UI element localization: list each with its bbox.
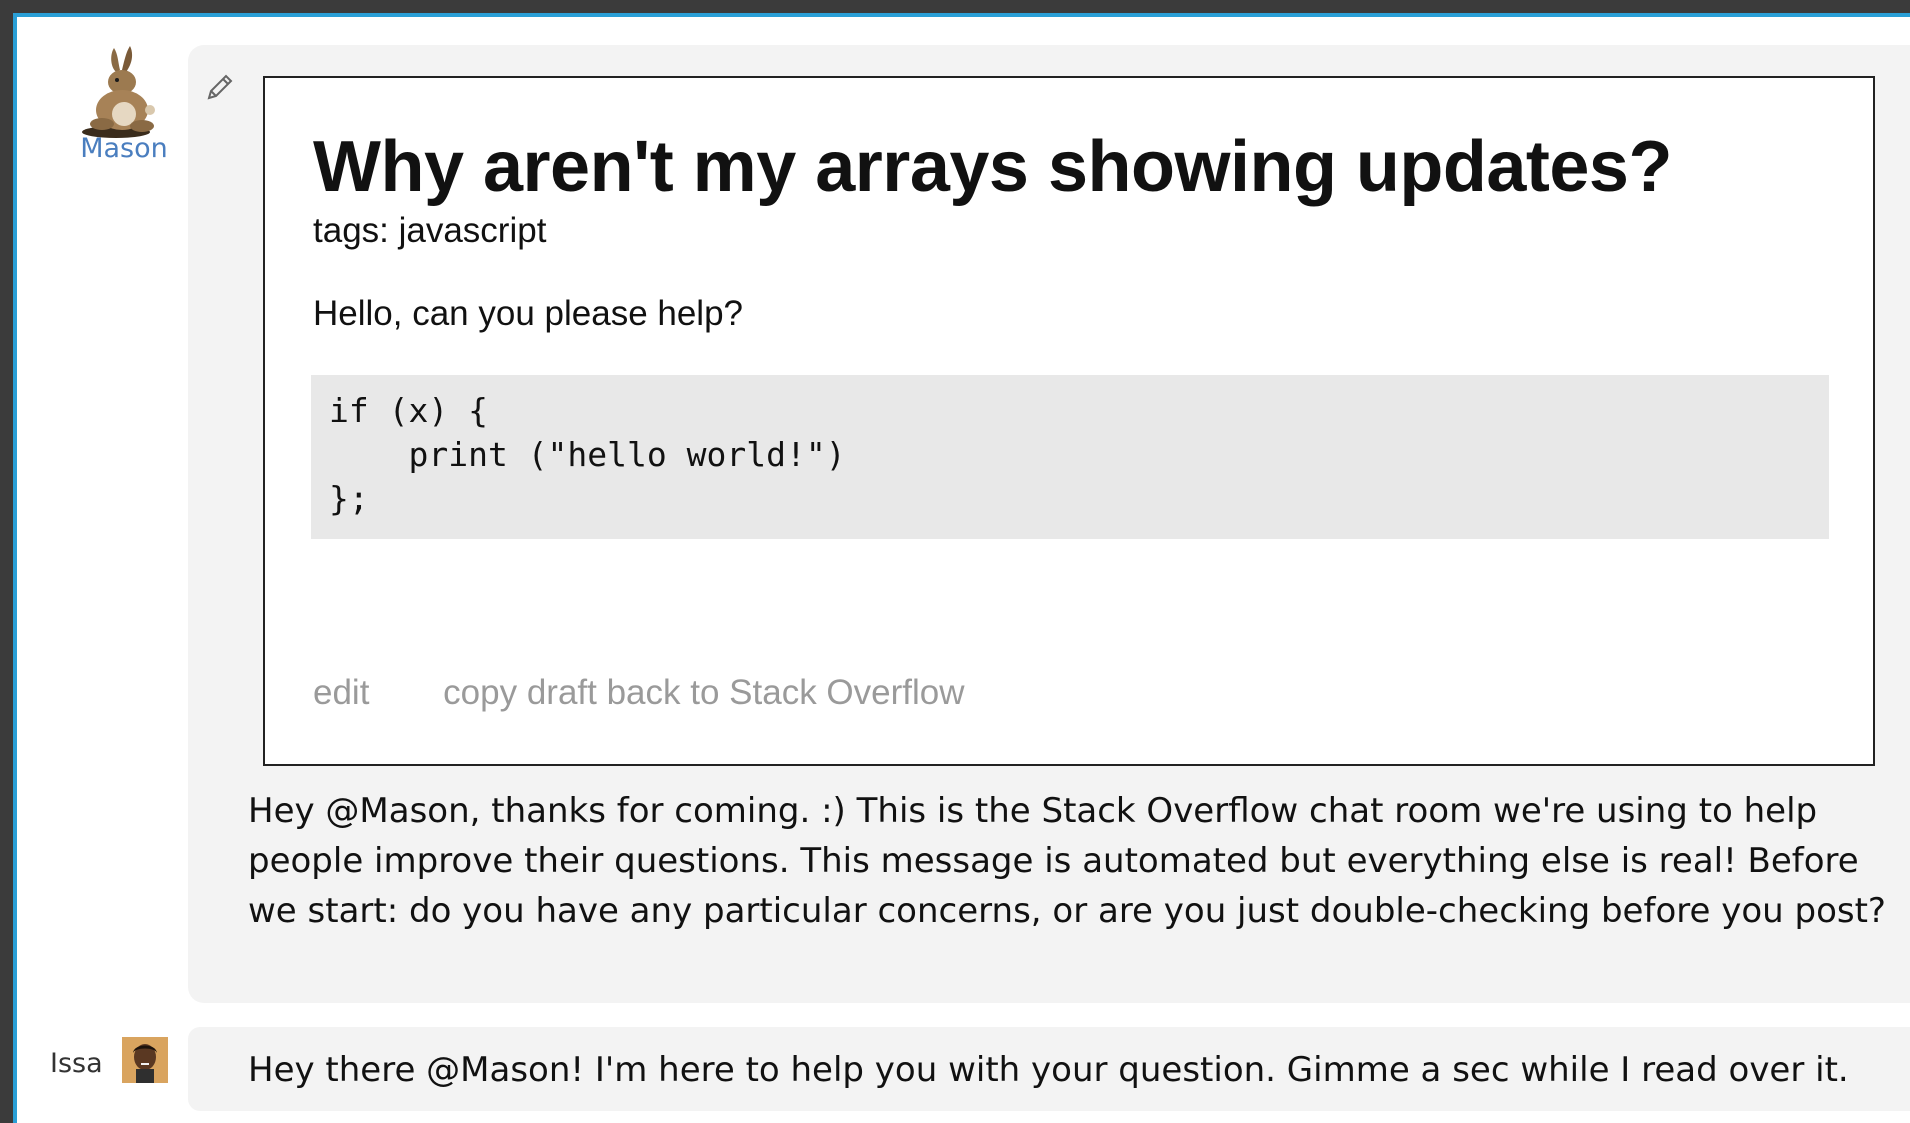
message-text-mason: Hey @Mason, thanks for coming. :) This i… (248, 791, 1886, 931)
draft-body: Hello, can you please help? (313, 294, 744, 333)
draft-code-block: if (x) { print ("hello world!") }; (311, 375, 1829, 539)
draft-tags: tags: javascript (313, 211, 547, 250)
question-draft-card: Why aren't my arrays showing updates? ta… (263, 76, 1875, 766)
rabbit-avatar-icon[interactable] (72, 40, 172, 140)
username-mason[interactable]: Mason (76, 133, 172, 164)
user-photo-avatar-icon[interactable] (122, 1037, 168, 1083)
draft-actions: edit copy draft back to Stack Overflow (313, 673, 965, 713)
draft-title: Why aren't my arrays showing updates? (313, 127, 1672, 207)
edit-draft-link[interactable]: edit (313, 673, 369, 712)
username-issa[interactable]: Issa (50, 1048, 103, 1079)
pencil-icon[interactable] (205, 72, 235, 102)
copy-draft-back-link[interactable]: copy draft back to Stack Overflow (443, 673, 964, 712)
message-text-issa: Hey there @Mason! I'm here to help you w… (248, 1050, 1849, 1090)
